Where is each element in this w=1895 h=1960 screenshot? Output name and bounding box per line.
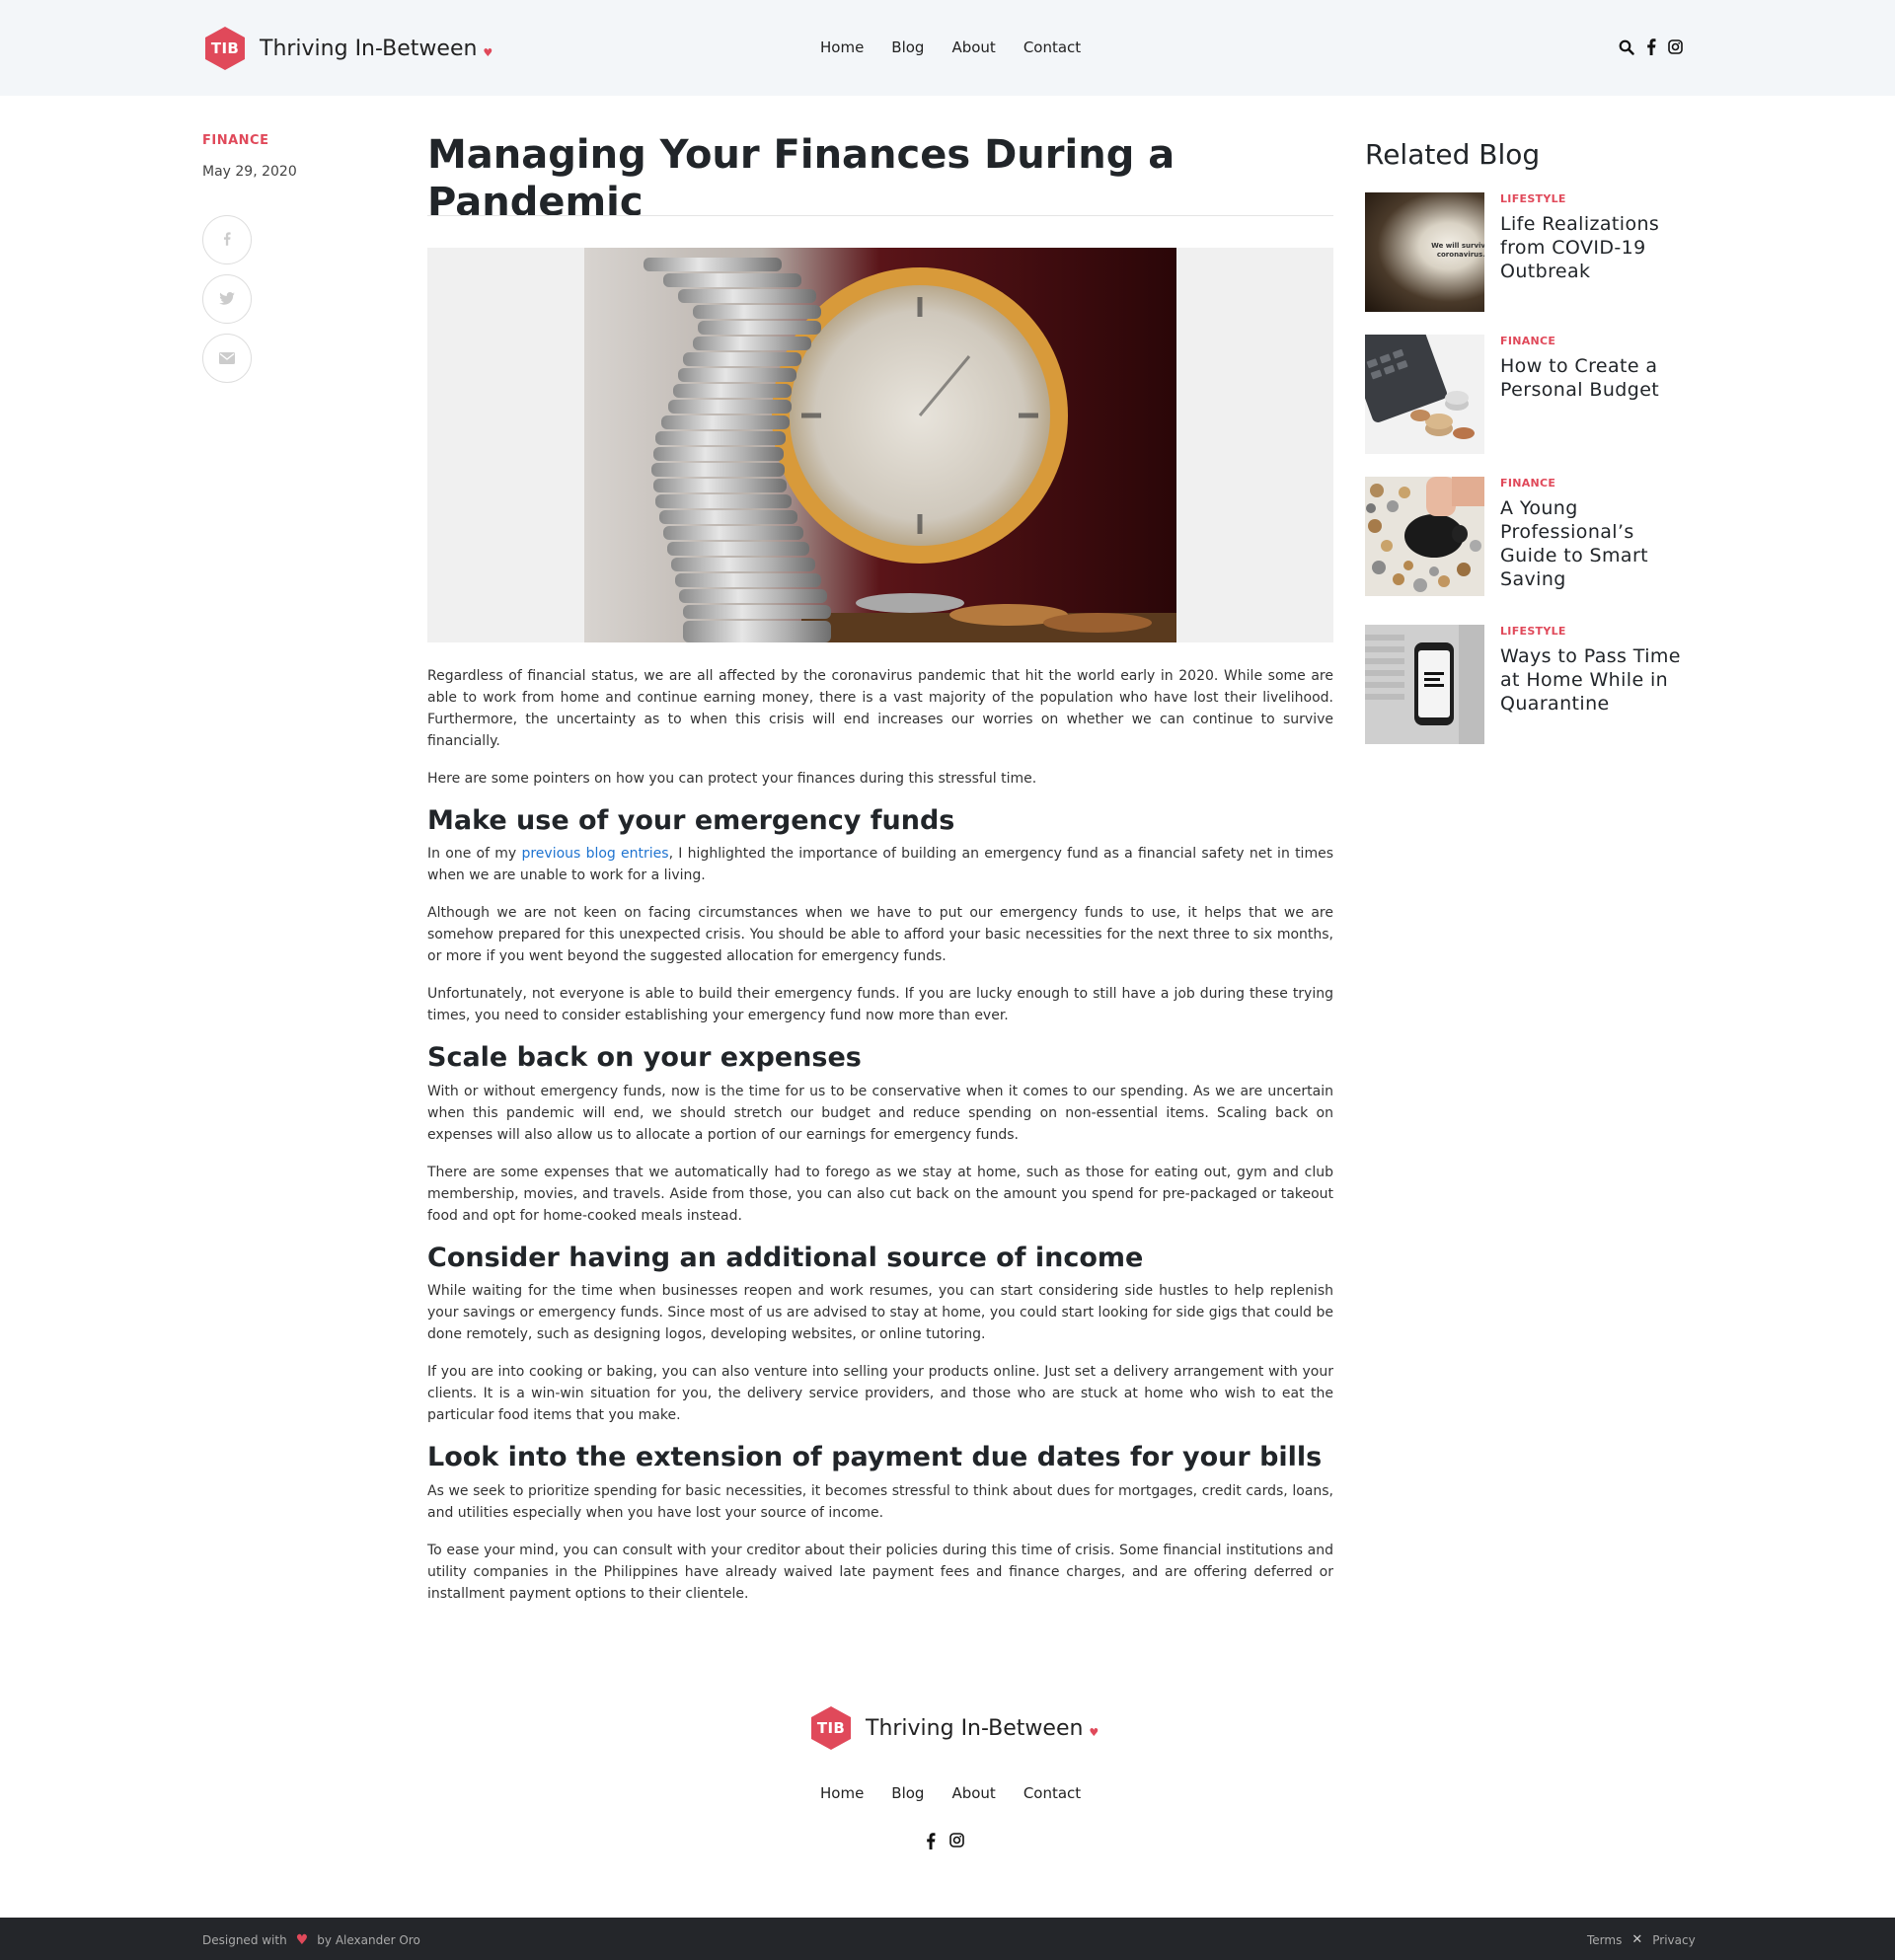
heart-icon: ♥	[295, 1932, 309, 1948]
instagram-icon[interactable]	[949, 1833, 964, 1853]
nav-home[interactable]: Home	[820, 38, 864, 56]
related-post-title[interactable]: How to Create a Personal Budget	[1500, 354, 1688, 402]
logo-hexagon: TIB	[808, 1705, 854, 1751]
related-post-thumbnail[interactable]	[1365, 625, 1484, 744]
related-post-category[interactable]: LIFESTYLE	[1500, 192, 1566, 205]
facebook-icon	[223, 231, 231, 250]
paragraph: Here are some pointers on how you can pr…	[427, 771, 1037, 787]
related-post-thumbnail[interactable]	[1365, 477, 1484, 596]
paragraph: In one of my previous blog entries, I hi…	[427, 843, 1333, 886]
related-post-title[interactable]: A Young Professional’s Guide to Smart Sa…	[1500, 496, 1688, 591]
nav-blog[interactable]: Blog	[891, 38, 924, 56]
related-post-category[interactable]: FINANCE	[1500, 477, 1555, 490]
bottom-bar: Designed with ♥ by Alexander Oro Terms ✕…	[0, 1918, 1895, 1960]
paragraph-text: In one of my	[427, 846, 522, 863]
share-email-button[interactable]	[202, 334, 252, 383]
related-post-title[interactable]: Life Realizations from COVID-19 Outbreak	[1500, 212, 1688, 283]
paragraph: With or without emergency funds, now is …	[427, 1083, 1333, 1143]
coins-and-clock-photo	[584, 248, 1176, 642]
thumbnail-text: We will surviv coronavirus.	[1431, 242, 1484, 259]
paragraph: Although we are not keen on facing circu…	[427, 905, 1333, 965]
credits: Designed with ♥ by Alexander Oro	[202, 1932, 420, 1948]
nav-about[interactable]: About	[951, 38, 995, 56]
facebook-icon[interactable]	[1646, 38, 1656, 59]
article-body: Regardless of financial status, we are a…	[427, 665, 1333, 1621]
terms-link[interactable]: Terms	[1587, 1933, 1622, 1947]
related-post-category[interactable]: LIFESTYLE	[1500, 625, 1566, 638]
share-facebook-button[interactable]	[202, 215, 252, 264]
related-blog-heading: Related Blog	[1365, 138, 1541, 171]
logo-text: TIB	[816, 1719, 846, 1737]
footer-social-icons	[926, 1833, 964, 1853]
logo-text: TIB	[210, 39, 240, 57]
legal-links: Terms ✕ Privacy	[1587, 1932, 1696, 1947]
main-nav: Home Blog About Contact	[820, 38, 1081, 56]
paragraph: There are some expenses that we automati…	[427, 1164, 1333, 1224]
instagram-icon[interactable]	[1668, 39, 1683, 58]
header-icons	[1619, 38, 1683, 59]
section-heading: Consider having an additional source of …	[427, 1242, 1144, 1273]
related-post-category[interactable]: FINANCE	[1500, 335, 1555, 347]
brand-name: Thriving In-Between	[866, 1715, 1084, 1741]
related-post-thumbnail[interactable]	[1365, 335, 1484, 454]
search-icon[interactable]	[1619, 39, 1634, 59]
brand-logo-link[interactable]: TIB Thriving In-Between ♥	[202, 26, 493, 71]
paragraph: While waiting for the time when business…	[427, 1283, 1333, 1343]
section-heading: Scale back on your expenses	[427, 1042, 862, 1074]
paragraph: Unfortunately, not everyone is able to b…	[427, 986, 1333, 1024]
footer-nav-home[interactable]: Home	[820, 1784, 864, 1802]
footer-nav-blog[interactable]: Blog	[891, 1784, 924, 1802]
title-divider	[427, 215, 1333, 216]
related-post-thumbnail[interactable]: We will surviv coronavirus.	[1365, 192, 1484, 312]
section-heading: Look into the extension of payment due d…	[427, 1442, 1323, 1473]
section-heading: Make use of your emergency funds	[427, 805, 955, 836]
logo-hexagon: TIB	[202, 26, 248, 71]
footer-brand-logo-link[interactable]: TIB Thriving In-Between ♥	[808, 1705, 1099, 1751]
brand-name: Thriving In-Between	[260, 36, 478, 61]
paragraph: Regardless of financial status, we are a…	[427, 668, 1333, 749]
close-icon: ✕	[1631, 1932, 1643, 1947]
twitter-icon	[219, 290, 235, 309]
nav-contact[interactable]: Contact	[1023, 38, 1081, 56]
footer-nav-about[interactable]: About	[951, 1784, 995, 1802]
share-twitter-button[interactable]	[202, 274, 252, 324]
related-post-title[interactable]: Ways to Pass Time at Home While in Quara…	[1500, 644, 1688, 716]
site-header: TIB Thriving In-Between ♥ Home Blog Abou…	[0, 0, 1895, 96]
privacy-link[interactable]: Privacy	[1652, 1933, 1695, 1947]
paragraph: To ease your mind, you can consult with …	[427, 1542, 1333, 1602]
post-date: May 29, 2020	[202, 164, 297, 180]
author-credit: by Alexander Oro	[317, 1933, 420, 1947]
designed-with-text: Designed with	[202, 1933, 287, 1947]
email-icon	[219, 349, 235, 368]
previous-blog-entries-link[interactable]: previous blog entries	[521, 846, 668, 862]
post-title: Managing Your Finances During a Pandemic	[427, 132, 1175, 225]
paragraph: As we seek to prioritize spending for ba…	[427, 1482, 1333, 1521]
paragraph: If you are into cooking or baking, you c…	[427, 1364, 1333, 1424]
post-category[interactable]: FINANCE	[202, 133, 268, 148]
facebook-icon[interactable]	[926, 1833, 936, 1853]
hero-image	[427, 248, 1333, 642]
heart-icon: ♥	[1089, 1725, 1099, 1739]
footer-nav: Home Blog About Contact	[820, 1784, 1081, 1802]
heart-icon: ♥	[483, 45, 493, 59]
footer-nav-contact[interactable]: Contact	[1023, 1784, 1081, 1802]
